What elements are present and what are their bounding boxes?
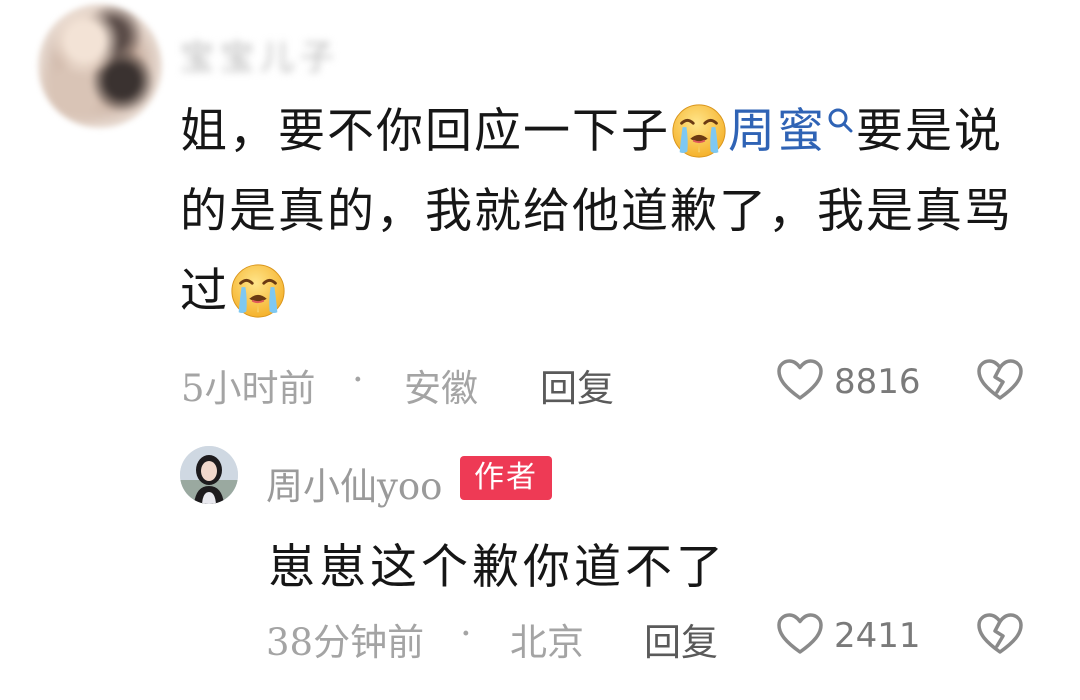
like-count: 2411 [834,616,921,656]
author-avatar[interactable] [180,446,238,504]
heart-icon[interactable] [776,358,824,402]
author-badge: 作者 [460,456,552,500]
like-count: 8816 [834,362,921,402]
reply-button[interactable]: 回复 [644,612,718,666]
broken-heart-icon[interactable] [976,612,1024,656]
meta-separator: · [352,358,364,401]
commenter-avatar[interactable] [38,4,162,128]
commenter-username[interactable]: 宝宝儿子 [180,30,340,79]
crying-face-icon [670,102,728,160]
meta-separator: · [460,612,472,655]
author-username[interactable]: 周小仙yoo [266,456,442,510]
crying-face-icon [229,262,287,320]
comment-text-part-1: 姐，要不你回应一下子 [180,104,670,159]
broken-heart-icon[interactable] [976,358,1024,402]
comment-timestamp: 5小时前 [181,367,316,410]
mention-link[interactable]: 周蜜 [728,104,826,159]
reply-text: 崽崽这个歉你道不了 [268,540,727,595]
search-icon[interactable] [826,106,856,136]
reply-button[interactable]: 回复 [540,358,614,412]
heart-icon[interactable] [776,612,824,656]
reply-timestamp: 38分钟前 [266,621,425,664]
comment-text: 姐，要不你回应一下子 周蜜 要是说的是真的，我就给他道歉了，我是真骂过 [180,92,1020,332]
reply-location: 北京 [510,621,584,664]
comment-location: 安徽 [404,367,478,410]
